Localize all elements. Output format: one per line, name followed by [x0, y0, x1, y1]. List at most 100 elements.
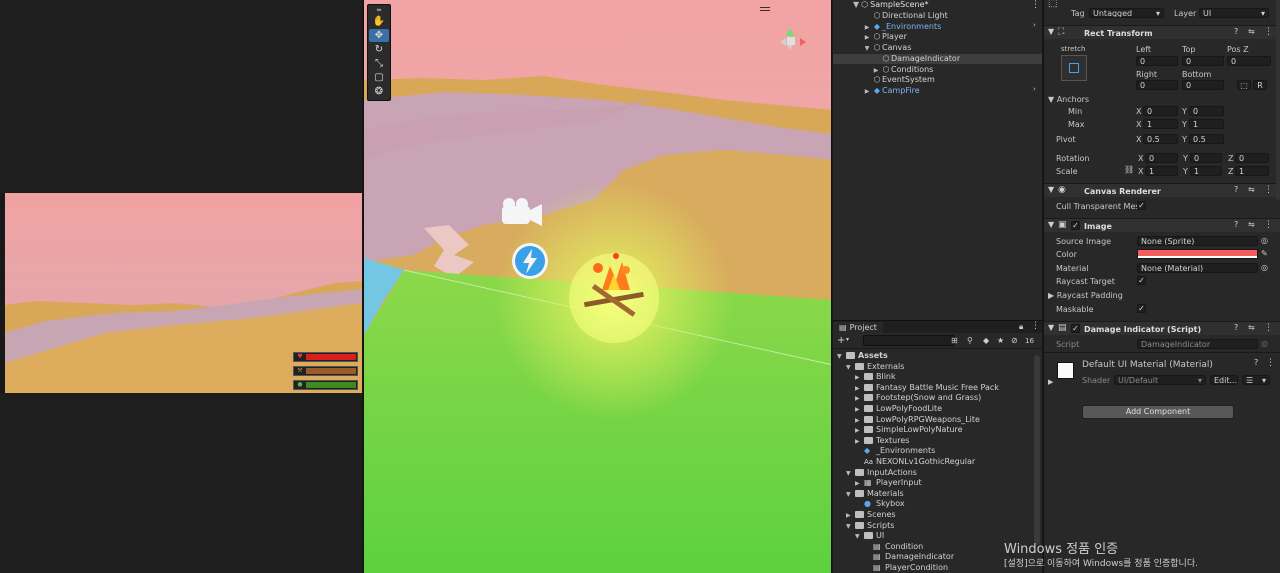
- project-item[interactable]: ▶ LowPolyFoodLite: [855, 404, 942, 414]
- help-icon[interactable]: ?: [1234, 323, 1238, 332]
- canvas-renderer-header[interactable]: ▼ ◉ Canvas Renderer ? ⇋ ⋮: [1044, 183, 1280, 197]
- hierarchy-item[interactable]: ▶ ◆ _Environments: [862, 22, 942, 33]
- hierarchy-scene-row[interactable]: ▼ ⬡ SampleScene*: [853, 0, 929, 10]
- project-item[interactable]: ◆ _Environments: [855, 446, 935, 456]
- chevron-down-icon[interactable]: ▼: [846, 469, 855, 479]
- search-by-type-icon[interactable]: ⊞: [951, 336, 958, 345]
- hierarchy-item[interactable]: ▶ ⬡ Player: [862, 32, 907, 42]
- chevron-down-icon[interactable]: ▼: [846, 522, 855, 532]
- chevron-right-icon[interactable]: ▶: [1048, 378, 1053, 386]
- inspector-scrollbar[interactable]: [1276, 0, 1280, 200]
- maskable-checkbox[interactable]: ✓: [1137, 304, 1146, 313]
- chevron-right-icon[interactable]: ▶: [855, 384, 864, 394]
- rect-tool-button[interactable]: ▢: [369, 71, 389, 84]
- right-field[interactable]: 0: [1136, 80, 1178, 90]
- anchors-foldout[interactable]: ▼ Anchors: [1048, 95, 1089, 104]
- layer-dropdown[interactable]: UI ▾: [1199, 8, 1269, 18]
- chevron-right-icon[interactable]: ▶: [862, 23, 872, 33]
- hierarchy-item[interactable]: ⬡ DamageIndicator: [871, 54, 961, 64]
- raw-edit-mode-button[interactable]: R: [1253, 80, 1267, 90]
- shader-dropdown[interactable]: UI/Default ▾: [1114, 375, 1206, 385]
- chevron-right-icon[interactable]: ▶: [846, 511, 855, 521]
- chevron-right-icon[interactable]: ›: [1033, 85, 1036, 93]
- hierarchy-item[interactable]: ▶ ◆ CampFire: [862, 86, 920, 96]
- more-menu-icon[interactable]: ⋮: [1264, 185, 1273, 195]
- posz-field[interactable]: 0: [1227, 56, 1271, 66]
- object-picker-icon[interactable]: ◎: [1261, 263, 1268, 272]
- transform-tool-button[interactable]: ❂: [369, 85, 389, 98]
- chevron-down-icon[interactable]: ▼: [837, 352, 846, 362]
- pivot-x-field[interactable]: 0.5: [1143, 134, 1178, 144]
- blueprint-mode-button[interactable]: ⬚: [1237, 80, 1251, 90]
- more-menu-icon[interactable]: ⋮: [1031, 321, 1040, 331]
- project-item[interactable]: ▶ Fantasy Battle Music Free Pack: [855, 383, 999, 393]
- more-menu-icon[interactable]: ⋮: [1264, 220, 1273, 230]
- project-tab[interactable]: ▤ Project: [833, 322, 883, 333]
- chevron-down-icon[interactable]: ▼: [855, 532, 864, 542]
- scale-tool-button[interactable]: ⤡: [369, 57, 389, 70]
- project-item[interactable]: Aa NEXONLv1GothicRegular: [855, 457, 975, 467]
- project-item[interactable]: ▼ InputActions: [846, 468, 917, 478]
- presets-icon[interactable]: ⇋: [1248, 185, 1255, 194]
- project-item[interactable]: ▼ UI: [855, 531, 884, 541]
- top-field[interactable]: 0: [1182, 56, 1224, 66]
- presets-icon[interactable]: ⇋: [1248, 323, 1255, 332]
- image-header[interactable]: ▼ ▣ ✓ Image ? ⇋ ⋮: [1044, 218, 1280, 232]
- project-item[interactable]: ▶ Footstep(Snow and Grass): [855, 393, 981, 403]
- project-item[interactable]: ▼ Externals: [846, 362, 904, 372]
- search-by-label-icon[interactable]: ⚲: [967, 336, 973, 345]
- rotate-tool-button[interactable]: ↻: [369, 43, 389, 56]
- edit-shader-button[interactable]: Edit...: [1210, 375, 1238, 385]
- help-icon[interactable]: ?: [1234, 27, 1238, 36]
- hidden-packages-icon[interactable]: ⊘: [1011, 336, 1018, 345]
- rotation-x-field[interactable]: 0: [1145, 153, 1178, 163]
- chevron-right-icon[interactable]: ▶: [855, 479, 864, 489]
- bottom-field[interactable]: 0: [1182, 80, 1224, 90]
- scale-x-field[interactable]: 1: [1145, 166, 1178, 176]
- eyedropper-icon[interactable]: ✎: [1261, 249, 1268, 258]
- anchor-max-x-field[interactable]: 1: [1143, 119, 1178, 129]
- project-item[interactable]: ▶ ▦ PlayerInput: [855, 478, 922, 488]
- hierarchy-item[interactable]: ▶ ⬡ Conditions: [871, 65, 934, 75]
- move-tool-button[interactable]: ✥: [369, 29, 389, 42]
- chevron-right-icon[interactable]: ›: [1033, 21, 1036, 29]
- tag-dropdown[interactable]: Untagged ▾: [1089, 8, 1164, 18]
- script-enabled-checkbox[interactable]: ✓: [1071, 324, 1080, 333]
- scene-view[interactable]: ═ ✋ ✥ ↻ ⤡ ▢ ❂: [363, 0, 832, 573]
- project-item[interactable]: ▶ Blink: [855, 372, 896, 382]
- project-item[interactable]: ▤ PlayerCondition: [864, 563, 948, 573]
- anchor-presets-button[interactable]: [1061, 55, 1087, 81]
- favorite-star-icon[interactable]: ★: [997, 336, 1004, 345]
- rotation-z-field[interactable]: 0: [1235, 153, 1269, 163]
- hierarchy-item[interactable]: ⬡ EventSystem: [862, 75, 935, 85]
- more-menu-icon[interactable]: ⋮: [1266, 358, 1275, 368]
- object-picker-icon[interactable]: ◎: [1261, 236, 1268, 245]
- help-icon[interactable]: ?: [1254, 358, 1258, 367]
- hierarchy-item[interactable]: ▼ ⬡ Canvas: [862, 43, 912, 53]
- anchor-max-y-field[interactable]: 1: [1189, 119, 1224, 129]
- help-icon[interactable]: ?: [1234, 220, 1238, 229]
- chevron-right-icon[interactable]: ▶: [855, 426, 864, 436]
- shader-options-dropdown[interactable]: ☰ ▾: [1242, 375, 1270, 385]
- chevron-right-icon[interactable]: ▶: [862, 33, 872, 43]
- project-item[interactable]: ▼ Assets: [837, 351, 888, 361]
- pivot-y-field[interactable]: 0.5: [1189, 134, 1224, 144]
- left-field[interactable]: 0: [1136, 56, 1178, 66]
- chevron-down-icon[interactable]: ▼: [846, 490, 855, 500]
- project-item[interactable]: ▤ Condition: [864, 542, 923, 552]
- add-component-button[interactable]: Add Component: [1082, 405, 1234, 419]
- project-item[interactable]: ▼ Scripts: [846, 521, 894, 531]
- project-item[interactable]: ▤ DamageIndicator: [864, 552, 954, 562]
- project-item[interactable]: ▶ LowPolyRPGWeapons_Lite: [855, 415, 980, 425]
- raycast-padding-foldout[interactable]: ▶ Raycast Padding: [1048, 291, 1123, 300]
- create-plus-icon[interactable]: +: [837, 335, 845, 346]
- rotation-y-field[interactable]: 0: [1190, 153, 1222, 163]
- chevron-right-icon[interactable]: ▶: [855, 394, 864, 404]
- project-item[interactable]: ▼ Materials: [846, 489, 904, 499]
- project-scrollbar[interactable]: [1034, 355, 1040, 545]
- game-view[interactable]: ♥ ⚒ ●: [5, 193, 362, 393]
- project-item[interactable]: ▶ Textures: [855, 436, 909, 446]
- project-item[interactable]: ● Skybox: [855, 499, 905, 509]
- anchor-min-y-field[interactable]: 0: [1189, 106, 1224, 116]
- chevron-down-icon[interactable]: ▼: [846, 363, 855, 373]
